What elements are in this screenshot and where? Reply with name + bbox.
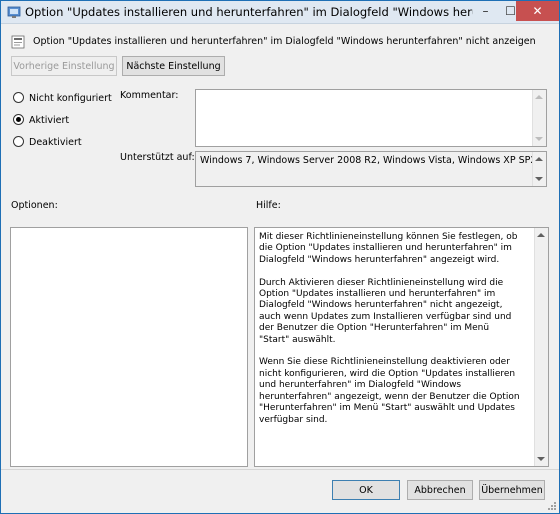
comment-label: Kommentar: (120, 90, 179, 101)
comment-field[interactable] (195, 89, 547, 147)
scroll-down-icon[interactable] (535, 177, 543, 181)
help-label: Hilfe: (256, 200, 281, 211)
options-label: Optionen: (11, 200, 58, 211)
radio-circle-icon (13, 136, 24, 147)
radio-selected-icon (13, 114, 24, 125)
help-scrollbar[interactable] (534, 228, 548, 466)
scroll-up-icon[interactable] (535, 157, 543, 161)
footer-divider (1, 469, 559, 470)
ok-button[interactable]: OK (332, 480, 400, 500)
help-pane[interactable]: Mit dieser Richtlinieneinstellung können… (254, 227, 549, 467)
radio-not-configured[interactable]: Nicht konfiguriert (13, 92, 112, 107)
scroll-up-icon[interactable] (537, 233, 545, 237)
maximize-icon: ☐ (505, 4, 516, 18)
previous-setting-button[interactable]: Vorherige Einstellung (11, 56, 117, 76)
scroll-down-icon[interactable] (537, 457, 545, 461)
policy-app-icon (7, 6, 21, 18)
close-button[interactable]: ✕ (516, 1, 559, 21)
title-bar[interactable]: Option "Updates installieren und herunte… (1, 1, 559, 24)
help-text: Mit dieser Richtlinieneinstellung können… (259, 232, 520, 425)
minimize-button[interactable]: – (473, 1, 498, 21)
supported-on-value: Windows 7, Windows Server 2008 R2, Windo… (200, 155, 537, 166)
radio-circle-icon (13, 92, 24, 103)
policy-setting-icon (11, 35, 25, 49)
supported-label: Unterstützt auf: (120, 152, 195, 163)
resize-grip-icon[interactable] (547, 501, 557, 511)
comment-scrollbar[interactable] (532, 90, 546, 146)
policy-dialog-window: Option "Updates installieren und herunte… (0, 0, 560, 514)
next-setting-button[interactable]: Nächste Einstellung (122, 56, 225, 76)
window-title: Option "Updates installieren und herunte… (25, 5, 473, 19)
radio-disabled[interactable]: Deaktiviert (13, 136, 82, 151)
options-pane (10, 227, 248, 467)
minimize-icon: – (482, 4, 489, 18)
radio-label: Deaktiviert (29, 137, 82, 148)
radio-enabled[interactable]: Aktiviert (13, 114, 70, 129)
radio-label: Nicht konfiguriert (29, 93, 112, 104)
supported-scrollbar[interactable] (532, 152, 546, 186)
supported-on-field[interactable]: Windows 7, Windows Server 2008 R2, Windo… (195, 151, 547, 187)
cancel-button[interactable]: Abbrechen (407, 480, 473, 500)
apply-button[interactable]: Übernehmen (479, 480, 545, 500)
policy-title: Option "Updates installieren und herunte… (33, 36, 536, 47)
close-icon: ✕ (532, 4, 543, 18)
scroll-down-icon[interactable] (535, 137, 543, 141)
radio-label: Aktiviert (29, 115, 70, 126)
scroll-up-icon[interactable] (535, 95, 543, 99)
